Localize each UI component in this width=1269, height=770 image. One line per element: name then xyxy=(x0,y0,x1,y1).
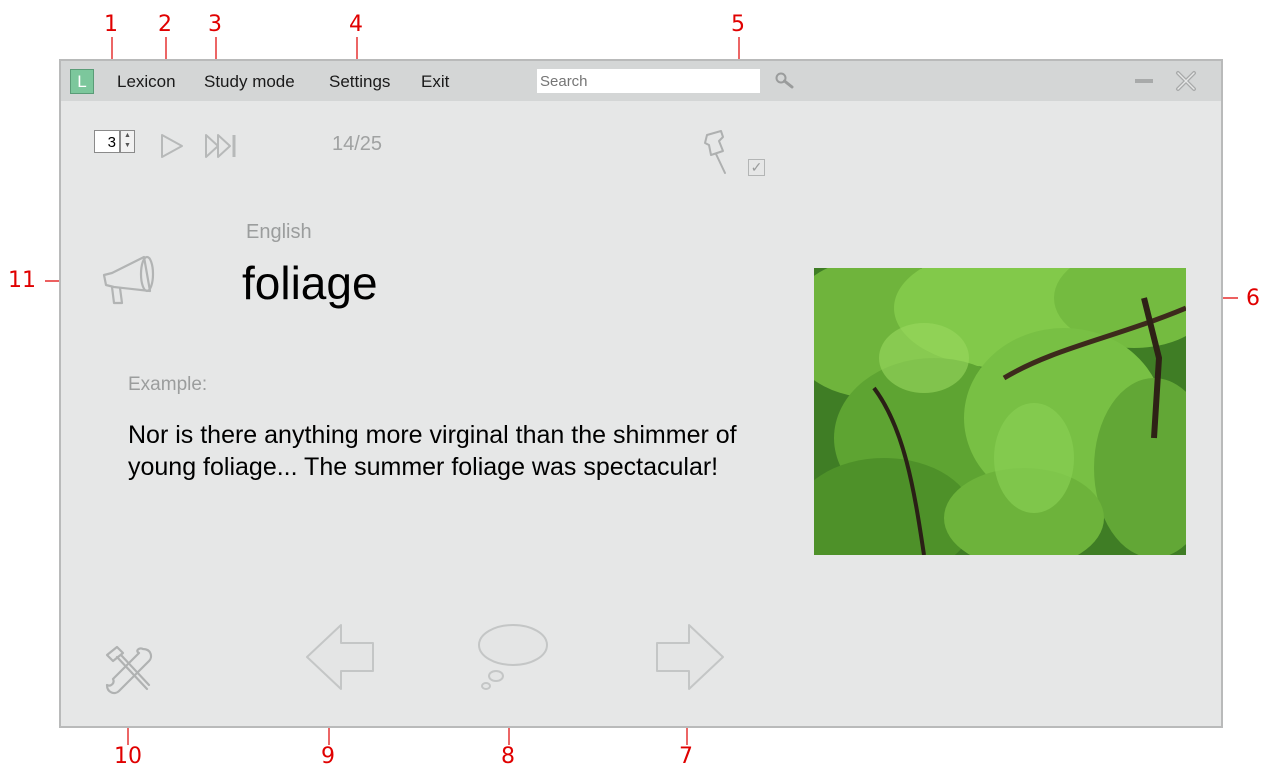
arrow-left-icon[interactable] xyxy=(301,621,381,698)
menu-study-mode[interactable]: Study mode xyxy=(204,72,295,92)
menu-exit[interactable]: Exit xyxy=(421,72,449,92)
stepper-up-icon[interactable]: ▲ xyxy=(121,131,134,141)
menu-settings[interactable]: Settings xyxy=(329,72,390,92)
arrow-right-icon[interactable] xyxy=(649,621,729,698)
word-title: foliage xyxy=(242,257,378,309)
callout-2: 2 xyxy=(158,12,172,37)
logo-icon: L xyxy=(70,69,94,94)
search-icon[interactable] xyxy=(774,71,796,94)
callout-4: 4 xyxy=(349,12,363,37)
callout-6: 6 xyxy=(1246,286,1260,311)
callout-3: 3 xyxy=(208,12,222,37)
repeat-count-value[interactable]: 3 xyxy=(94,130,120,153)
search-input[interactable] xyxy=(537,69,760,93)
example-text: Nor is there anything more virginal than… xyxy=(128,421,737,481)
minimize-icon[interactable] xyxy=(1135,79,1153,83)
example-label: Example: xyxy=(128,374,208,395)
callout-8: 8 xyxy=(501,744,515,769)
callout-5: 5 xyxy=(731,12,745,37)
thought-bubble-icon[interactable] xyxy=(474,621,552,700)
word-image xyxy=(814,268,1186,555)
tools-icon[interactable] xyxy=(99,641,159,706)
skip-forward-icon[interactable] xyxy=(204,133,238,164)
language-label: English xyxy=(246,221,312,243)
menu-lexicon[interactable]: Lexicon xyxy=(117,72,176,92)
callout-1: 1 xyxy=(104,12,118,37)
menu-bar: L Lexicon Study mode Settings Exit xyxy=(61,61,1221,101)
stepper-down-icon[interactable]: ▼ xyxy=(121,141,134,151)
play-icon[interactable] xyxy=(159,133,185,164)
app-window: L Lexicon Study mode Settings Exit 3 ▲ ▼ xyxy=(59,59,1223,728)
learned-checkbox[interactable]: ✓ xyxy=(748,159,765,176)
pushpin-icon[interactable] xyxy=(697,129,737,184)
megaphone-icon[interactable] xyxy=(100,249,164,314)
callout-10: 10 xyxy=(114,744,142,769)
callout-7: 7 xyxy=(679,744,693,769)
callout-11: 11 xyxy=(8,268,36,293)
close-icon[interactable] xyxy=(1174,70,1198,97)
callout-9: 9 xyxy=(321,744,335,769)
stepper-buttons[interactable]: ▲ ▼ xyxy=(120,130,135,153)
progress-counter: 14/25 xyxy=(332,133,383,155)
repeat-count-stepper[interactable]: 3 ▲ ▼ xyxy=(94,130,139,155)
